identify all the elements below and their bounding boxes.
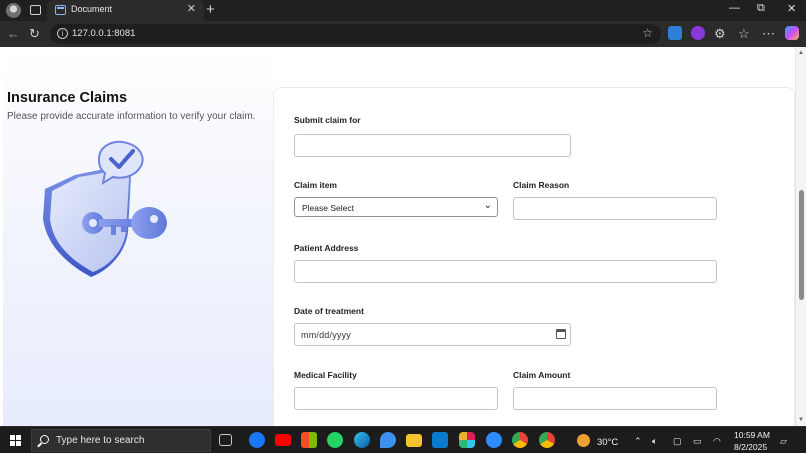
whatsapp-icon[interactable] bbox=[327, 432, 343, 448]
scroll-down-icon[interactable]: ▼ bbox=[798, 417, 804, 423]
file-explorer-icon[interactable] bbox=[406, 434, 422, 447]
claim-amount-label: Claim Amount bbox=[513, 370, 571, 380]
left-panel: Insurance Claims Please provide accurate… bbox=[3, 47, 273, 426]
tab-actions-icon[interactable] bbox=[30, 5, 41, 15]
clock-time[interactable]: 10:59 AM bbox=[734, 430, 770, 440]
extensions-puzzle-icon[interactable]: ⚙ bbox=[714, 26, 726, 42]
new-tab-button[interactable]: + bbox=[206, 1, 215, 18]
date-placeholder: mm/dd/yyyy bbox=[301, 330, 352, 340]
temperature-text[interactable]: 30°C bbox=[597, 437, 618, 448]
restore-button[interactable]: ⧉ bbox=[757, 2, 765, 15]
date-of-treatment-label: Date of treatment bbox=[294, 306, 364, 316]
windows-taskbar: Type here to search 30°C ⌃ 🔈︎ ▢ ▭ ◠ 10:5… bbox=[0, 426, 806, 453]
medical-facility-input[interactable] bbox=[294, 387, 498, 410]
notifications-icon[interactable]: ▱ bbox=[780, 436, 787, 447]
tab-title: Document bbox=[71, 4, 113, 14]
slack-icon[interactable] bbox=[459, 432, 475, 448]
refresh-icon[interactable]: ↻ bbox=[29, 26, 40, 42]
volume-icon[interactable]: 🔈︎ bbox=[652, 436, 657, 447]
device-icon[interactable]: ▢ bbox=[673, 436, 682, 447]
address-url[interactable]: 127.0.0.1:8081 bbox=[72, 28, 135, 39]
windows-start-icon[interactable] bbox=[10, 435, 21, 446]
tray-chevron-up-icon[interactable]: ⌃ bbox=[634, 436, 642, 447]
store-icon[interactable] bbox=[301, 432, 317, 448]
patient-address-input[interactable] bbox=[294, 260, 717, 283]
task-view-icon[interactable] bbox=[219, 434, 232, 446]
date-of-treatment-input[interactable]: mm/dd/yyyy bbox=[294, 323, 571, 346]
page-viewport: Insurance Claims Please provide accurate… bbox=[0, 47, 806, 426]
wifi-icon[interactable]: ◠ bbox=[713, 436, 721, 447]
medical-facility-label: Medical Facility bbox=[294, 370, 357, 380]
weather-icon[interactable] bbox=[577, 434, 590, 447]
page-favicon-icon bbox=[55, 5, 66, 15]
profile-avatar[interactable] bbox=[6, 3, 21, 18]
extension-2-icon[interactable] bbox=[691, 26, 705, 40]
search-icon bbox=[40, 435, 49, 444]
copilot-taskbar-icon[interactable] bbox=[380, 432, 396, 448]
more-menu-icon[interactable]: ⋯ bbox=[762, 26, 775, 42]
shield-key-check-icon bbox=[43, 140, 167, 277]
copilot-icon[interactable] bbox=[785, 26, 799, 40]
browser-tab[interactable]: Document ✕ bbox=[47, 0, 204, 21]
favorites-icon[interactable]: ☆ bbox=[738, 26, 750, 42]
claim-item-label: Claim item bbox=[294, 180, 337, 190]
submit-claim-for-input[interactable] bbox=[294, 134, 571, 157]
submit-claim-for-label: Submit claim for bbox=[294, 115, 361, 125]
battery-icon[interactable]: ▭ bbox=[693, 436, 702, 447]
edge-icon[interactable] bbox=[354, 432, 370, 448]
chrome-profile-icon[interactable] bbox=[539, 432, 555, 448]
scroll-up-icon[interactable]: ▲ bbox=[798, 50, 804, 56]
patient-address-label: Patient Address bbox=[294, 243, 359, 253]
youtube-icon[interactable] bbox=[275, 434, 291, 446]
browser-titlebar: Document ✕ + — ⧉ ✕ bbox=[0, 0, 806, 21]
facebook-icon[interactable] bbox=[249, 432, 265, 448]
zoom-icon[interactable] bbox=[486, 432, 502, 448]
vscode-icon[interactable] bbox=[432, 432, 448, 448]
taskbar-search-placeholder: Type here to search bbox=[56, 435, 145, 446]
claim-item-select[interactable]: Please Select ⌄ bbox=[294, 197, 498, 217]
claim-item-selected-value: Please Select bbox=[302, 203, 354, 213]
claim-form: Submit claim for Claim item Please Selec… bbox=[273, 87, 795, 426]
browser-toolbar: ← ↻ i 127.0.0.1:8081 ☆ ⚙ ☆ ⋯ bbox=[0, 21, 806, 47]
close-window-button[interactable]: ✕ bbox=[787, 2, 796, 15]
extension-icon[interactable] bbox=[668, 26, 682, 40]
clock-date[interactable]: 8/2/2025 bbox=[734, 442, 767, 452]
page-scrollbar[interactable]: ▲ ▼ bbox=[795, 47, 806, 426]
scrollbar-thumb[interactable] bbox=[799, 190, 804, 300]
chrome-icon[interactable] bbox=[512, 432, 528, 448]
claim-reason-input[interactable] bbox=[513, 197, 717, 220]
claim-reason-label: Claim Reason bbox=[513, 180, 570, 190]
minimize-button[interactable]: — bbox=[729, 2, 740, 14]
chevron-down-icon: ⌄ bbox=[483, 200, 492, 211]
back-icon[interactable]: ← bbox=[7, 26, 20, 41]
page-subtitle: Please provide accurate information to v… bbox=[7, 111, 256, 122]
claim-amount-input[interactable] bbox=[513, 387, 717, 410]
tab-close-button[interactable]: ✕ bbox=[187, 2, 196, 15]
address-bar[interactable]: i 127.0.0.1:8081 ☆ bbox=[50, 24, 661, 44]
page-title: Insurance Claims bbox=[7, 90, 128, 106]
calendar-icon[interactable] bbox=[556, 329, 566, 339]
site-info-icon[interactable]: i bbox=[57, 28, 68, 39]
taskbar-search[interactable]: Type here to search bbox=[31, 429, 211, 452]
favorite-star-icon[interactable]: ☆ bbox=[642, 26, 653, 40]
